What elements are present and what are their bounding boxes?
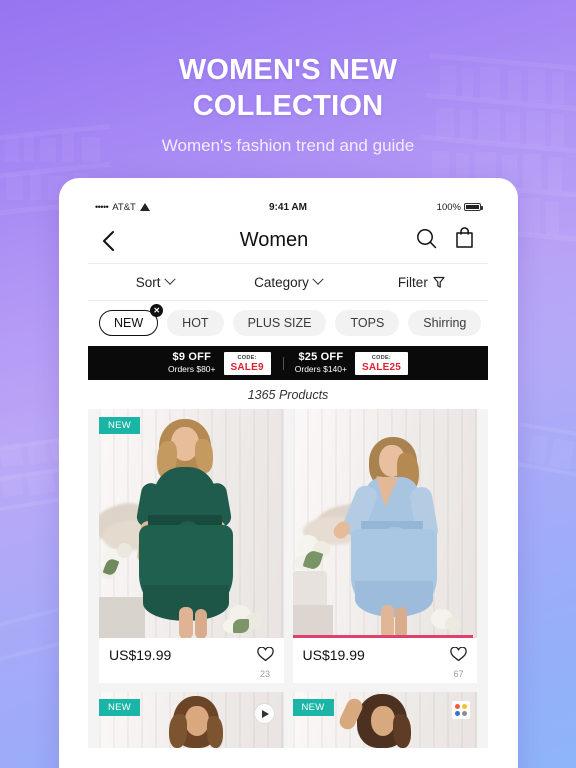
shopping-bag-button[interactable] bbox=[455, 227, 474, 254]
product-info-row: US$19.99 23 bbox=[99, 638, 284, 683]
product-count-label: 1365 Products bbox=[88, 380, 488, 409]
filter-chip-tops[interactable]: TOPS bbox=[335, 310, 400, 336]
wifi-icon bbox=[139, 203, 150, 211]
chevron-left-icon bbox=[103, 230, 114, 251]
chevron-down-icon bbox=[163, 273, 176, 285]
filter-button[interactable]: Filter bbox=[355, 275, 488, 290]
swatch-color-1 bbox=[455, 704, 460, 709]
filter-funnel-icon bbox=[433, 276, 445, 288]
sort-button[interactable]: Sort bbox=[88, 273, 221, 290]
play-button-icon bbox=[261, 709, 269, 718]
page-title: WOMEN'S NEW COLLECTION bbox=[0, 52, 576, 124]
filter-chip-shirring[interactable]: Shirring bbox=[408, 310, 482, 336]
status-bar: ••••• AT&T 9:41 AM 100% bbox=[88, 196, 488, 218]
product-price: US$19.99 bbox=[109, 647, 172, 663]
like-button[interactable]: 23 bbox=[256, 646, 274, 679]
new-badge: NEW bbox=[292, 699, 334, 716]
promo-code-box: CODE: SALE9 bbox=[223, 351, 271, 375]
back-button[interactable] bbox=[102, 230, 132, 252]
promo-amount: $9 OFF bbox=[172, 350, 212, 363]
hero-title-line2: COLLECTION bbox=[192, 90, 384, 122]
product-card[interactable]: NEW US$19.99 23 bbox=[99, 409, 284, 683]
hero-banner: WOMEN'S NEW COLLECTION Women's fashion t… bbox=[0, 52, 576, 156]
promo-condition: Orders $140+ bbox=[294, 363, 347, 374]
phone-mockup: ••••• AT&T 9:41 AM 100% Women Sort Categ… bbox=[59, 178, 518, 768]
promo-code-box: CODE: SALE25 bbox=[354, 351, 408, 375]
app-navbar: Women bbox=[88, 218, 488, 264]
promo-code-value: SALE9 bbox=[230, 361, 264, 373]
swatch-color-4 bbox=[462, 711, 467, 716]
promo-offer-2[interactable]: $25 OFF Orders $140+ CODE: SALE25 bbox=[282, 350, 420, 375]
heart-outline-icon bbox=[256, 646, 274, 662]
signal-strength-icon: ••••• bbox=[95, 202, 109, 212]
product-grid-row-2: NEW NEW bbox=[88, 683, 488, 748]
product-grid: NEW US$19.99 23 US$19.99 67 bbox=[88, 409, 488, 683]
filter-chip-row[interactable]: NEW ✕ HOT PLUS SIZE TOPS Shirring Strap bbox=[88, 301, 488, 346]
swatch-color-2 bbox=[462, 704, 467, 709]
shopping-bag-icon bbox=[456, 227, 473, 248]
promo-amount: $25 OFF bbox=[298, 350, 344, 363]
new-badge: NEW bbox=[99, 699, 141, 716]
hero-subtitle: Women's fashion trend and guide bbox=[161, 136, 415, 155]
promo-code-value: SALE25 bbox=[361, 361, 401, 373]
carrier-label: AT&T bbox=[112, 201, 136, 213]
swatch-color-3 bbox=[455, 711, 460, 716]
search-icon bbox=[417, 228, 437, 248]
like-count: 67 bbox=[453, 669, 464, 679]
promo-offer-1[interactable]: $9 OFF Orders $80+ CODE: SALE9 bbox=[156, 350, 283, 375]
app-screen: ••••• AT&T 9:41 AM 100% Women Sort Categ… bbox=[88, 196, 488, 768]
close-icon[interactable]: ✕ bbox=[150, 304, 164, 317]
search-button[interactable] bbox=[416, 228, 437, 254]
category-label: Category bbox=[254, 274, 309, 290]
product-image[interactable]: NEW bbox=[292, 409, 477, 638]
navbar-title: Women bbox=[239, 229, 309, 251]
product-price: US$19.99 bbox=[302, 647, 365, 663]
product-card[interactable]: NEW US$19.99 67 bbox=[292, 409, 478, 683]
sort-filter-bar: Sort Category Filter bbox=[88, 264, 488, 301]
sort-label: Sort bbox=[135, 274, 161, 290]
play-video-button[interactable] bbox=[253, 703, 275, 724]
filter-chip-hot[interactable]: HOT bbox=[167, 310, 224, 336]
product-image[interactable]: NEW bbox=[99, 409, 284, 638]
chip-label: NEW bbox=[114, 316, 144, 330]
product-info-row: US$19.99 67 bbox=[293, 638, 478, 683]
hero-title-line1: WOMEN'S NEW bbox=[178, 54, 398, 86]
heart-outline-icon bbox=[450, 646, 467, 662]
battery-icon bbox=[463, 203, 483, 211]
new-badge: NEW bbox=[99, 417, 141, 434]
product-card[interactable]: NEW bbox=[292, 692, 477, 748]
product-photo-green-dress bbox=[99, 409, 284, 638]
color-swatch-icon[interactable] bbox=[452, 701, 470, 719]
battery-percent-label: 100% bbox=[436, 201, 461, 213]
promo-banner[interactable]: $9 OFF Orders $80+ CODE: SALE9 $25 OFF O… bbox=[88, 346, 488, 380]
category-button[interactable]: Category bbox=[221, 273, 354, 290]
clock-label: 9:41 AM bbox=[269, 201, 307, 213]
chevron-down-icon bbox=[312, 273, 324, 285]
like-button[interactable]: 67 bbox=[450, 646, 467, 679]
filter-chip-new[interactable]: NEW ✕ bbox=[99, 304, 164, 336]
product-card[interactable]: NEW bbox=[99, 692, 284, 748]
like-count: 23 bbox=[259, 669, 270, 679]
promo-condition: Orders $80+ bbox=[168, 363, 216, 374]
product-photo-blue-dress bbox=[292, 409, 477, 638]
filter-label: Filter bbox=[397, 274, 428, 290]
filter-chip-plus-size[interactable]: PLUS SIZE bbox=[232, 310, 327, 336]
